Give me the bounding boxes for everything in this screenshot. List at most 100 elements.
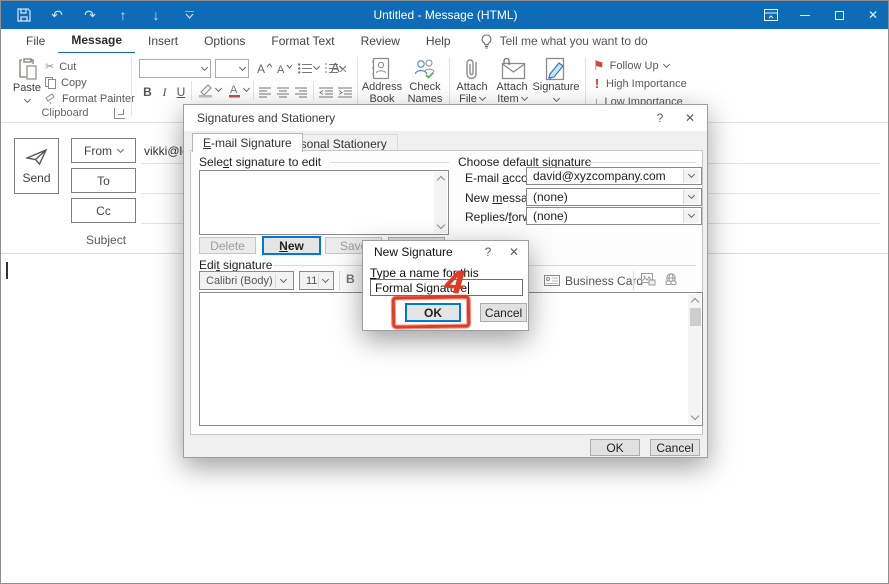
underline-glyph: U: [177, 85, 186, 99]
grow-font-icon[interactable]: A: [255, 59, 273, 77]
clear-formatting-icon[interactable]: A: [331, 57, 347, 77]
subject-label[interactable]: Subject: [86, 233, 126, 247]
signatures-ok-label: OK: [606, 441, 623, 455]
dialog-close-icon[interactable]: ✕: [675, 105, 705, 131]
paste-button[interactable]: Paste: [9, 57, 45, 102]
ribbon-display-options-icon[interactable]: [754, 1, 788, 29]
bullets-icon[interactable]: [297, 59, 319, 77]
scrollbar-thumb[interactable]: [690, 308, 701, 326]
new-signature-cancel-button[interactable]: Cancel: [480, 303, 527, 322]
address-book-button[interactable]: Address Book: [361, 57, 403, 105]
signature-size-combo[interactable]: 11: [299, 271, 334, 290]
svg-text:A: A: [331, 60, 340, 74]
new-messages-combo[interactable]: (none): [526, 188, 702, 206]
align-left-icon[interactable]: [259, 83, 271, 101]
business-card-button[interactable]: Business Card: [544, 271, 643, 290]
align-center-icon[interactable]: [277, 83, 289, 101]
new-signature-title: New Signature: [374, 245, 453, 259]
follow-up-label: Follow Up: [610, 60, 659, 72]
highlight-color-icon[interactable]: [197, 81, 221, 99]
paste-label: Paste: [13, 82, 41, 94]
insert-hyperlink-icon[interactable]: [663, 273, 679, 286]
send-button[interactable]: Send: [14, 138, 59, 194]
font-name-combo[interactable]: [139, 59, 211, 78]
check-names-button[interactable]: Check Names: [405, 57, 445, 105]
copy-button[interactable]: Copy: [45, 75, 87, 90]
title-bar: ↶ ↷ ↑ ↓ Untitled - Message (HTML) ✕: [1, 1, 889, 29]
from-button[interactable]: From: [71, 138, 136, 163]
business-card-label: Business Card: [565, 274, 643, 288]
minimize-button[interactable]: [788, 1, 822, 29]
maximize-button[interactable]: [822, 1, 856, 29]
close-button[interactable]: ✕: [856, 1, 889, 29]
tab-file[interactable]: File: [13, 30, 58, 53]
dialog-help-icon[interactable]: ?: [645, 105, 675, 131]
bold-icon[interactable]: B: [141, 83, 154, 101]
signatures-ok-button[interactable]: OK: [590, 439, 640, 456]
cut-button[interactable]: ✂ Cut: [45, 59, 76, 74]
increase-indent-icon[interactable]: [338, 83, 352, 101]
move-down-icon[interactable]: ↓: [147, 6, 165, 24]
outlook-message-window: ↶ ↷ ↑ ↓ Untitled - Message (HTML) ✕ File…: [0, 0, 889, 584]
tab-message[interactable]: Message: [58, 29, 135, 54]
cut-icon: ✂: [45, 60, 54, 73]
tab-options[interactable]: Options: [191, 30, 258, 53]
signature-list[interactable]: [199, 170, 449, 235]
quick-access-toolbar: ↶ ↷ ↑ ↓: [1, 6, 198, 24]
new-signature-ok-button[interactable]: OK: [405, 303, 461, 322]
clipboard-dialog-launcher-icon[interactable]: [114, 108, 125, 119]
delete-signature-button[interactable]: Delete: [199, 237, 256, 254]
to-button[interactable]: To: [71, 168, 136, 193]
tab-email-signature[interactable]: E-mail Signature: [192, 133, 303, 152]
ribbon-tab-strip: File Message Insert Options Format Text …: [1, 29, 889, 53]
attach-item-button[interactable]: Attach Item: [493, 57, 531, 105]
tell-me-box[interactable]: Tell me what you want to do: [480, 34, 648, 49]
new-signature-ok-label: OK: [424, 306, 442, 320]
tab-format-text[interactable]: Format Text: [258, 30, 347, 53]
cc-label: Cc: [96, 204, 111, 218]
redo-icon[interactable]: ↷: [81, 6, 99, 24]
decrease-indent-icon[interactable]: [319, 83, 333, 101]
signatures-cancel-button[interactable]: Cancel: [650, 439, 700, 456]
check-names-label-1: Check: [409, 81, 440, 93]
move-up-icon[interactable]: ↑: [114, 6, 132, 24]
signatures-dialog-titlebar: Signatures and Stationery ? ✕: [184, 105, 707, 131]
high-importance-button[interactable]: ! High Importance: [593, 76, 687, 91]
attach-file-button[interactable]: Attach File: [453, 57, 491, 105]
italic-icon[interactable]: I: [159, 83, 170, 101]
format-painter-label: Format Painter: [62, 93, 135, 105]
insert-picture-icon[interactable]: [641, 273, 656, 286]
new-signature-help-icon[interactable]: ?: [476, 241, 500, 263]
italic-glyph: I: [163, 85, 167, 100]
underline-icon[interactable]: U: [175, 83, 187, 101]
tab-stationery-label: ersonal Stationery: [290, 137, 387, 151]
format-painter-button[interactable]: Format Painter: [45, 91, 135, 106]
signatures-cancel-label: Cancel: [656, 441, 693, 455]
signature-list-scrollbar[interactable]: [434, 172, 447, 233]
font-color-icon[interactable]: A: [227, 81, 251, 99]
edit-signature-label: Edit signature: [199, 258, 272, 272]
copy-icon: [45, 77, 56, 89]
cc-button[interactable]: Cc: [71, 198, 136, 223]
new-signature-close-icon[interactable]: ✕: [502, 241, 526, 263]
signature-button[interactable]: Signature: [533, 57, 579, 101]
replies-forwards-combo[interactable]: (none): [526, 207, 702, 225]
delete-label: Delete: [210, 239, 245, 253]
svg-text:A: A: [277, 64, 285, 74]
tab-review[interactable]: Review: [348, 30, 413, 53]
shrink-font-icon[interactable]: A: [275, 59, 293, 77]
follow-up-button[interactable]: ⚑ Follow Up: [593, 58, 669, 73]
save-icon[interactable]: [15, 6, 33, 24]
tab-help[interactable]: Help: [413, 30, 464, 53]
customize-qat-icon[interactable]: [180, 6, 198, 24]
font-size-combo[interactable]: [215, 59, 249, 78]
undo-icon[interactable]: ↶: [48, 6, 66, 24]
email-account-combo[interactable]: david@xyzcompany.com: [526, 167, 702, 185]
tab-insert[interactable]: Insert: [135, 30, 191, 53]
new-signature-button[interactable]: New: [262, 236, 321, 255]
sig-bold-button[interactable]: B: [346, 272, 355, 286]
send-label: Send: [22, 171, 50, 185]
signature-size-value: 11: [306, 275, 317, 287]
signature-font-combo[interactable]: Calibri (Body): [199, 271, 294, 290]
align-right-icon[interactable]: [295, 83, 307, 101]
